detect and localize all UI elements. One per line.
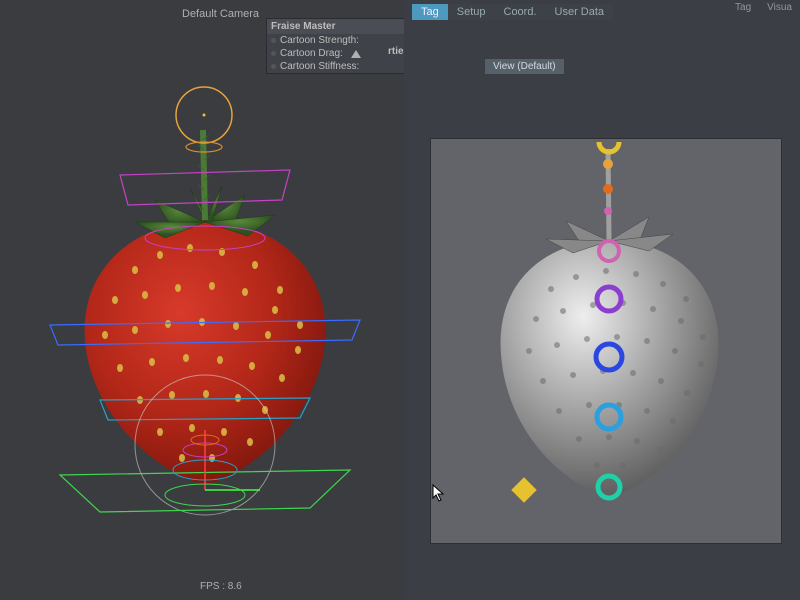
ctrl-dot-orange bbox=[603, 184, 613, 194]
tab-tag-top[interactable]: Tag bbox=[727, 0, 759, 15]
attr-label: Cartoon Drag: bbox=[280, 48, 343, 59]
viewport-left[interactable]: Default Camera bbox=[0, 0, 404, 600]
dot-icon bbox=[271, 38, 276, 43]
fps-label: FPS : 8.6 bbox=[200, 581, 242, 592]
ctrl-dot-pink bbox=[604, 207, 612, 215]
tab-tag[interactable]: Tag bbox=[412, 4, 448, 20]
tab-visual-top[interactable]: Visua bbox=[759, 0, 800, 15]
view-button[interactable]: View (Default) bbox=[484, 58, 565, 75]
attribute-panel[interactable]: Fraise Master Cartoon Strength: Cartoon … bbox=[266, 18, 404, 74]
ctrl-diamond-yellow bbox=[511, 477, 536, 502]
tab-bar: Tag Setup Coord. User Data bbox=[412, 4, 613, 20]
tab-setup[interactable]: Setup bbox=[448, 4, 495, 20]
ctrl-dot-yellow bbox=[603, 159, 613, 169]
clay-preview[interactable] bbox=[430, 138, 782, 544]
clay-svg-scene bbox=[431, 139, 782, 544]
dot-icon bbox=[271, 51, 276, 56]
triangle-icon bbox=[351, 50, 361, 58]
attr-row-cartoon-strength[interactable]: Cartoon Strength: bbox=[267, 34, 404, 47]
attr-label: Cartoon Strength: bbox=[280, 35, 359, 46]
attr-label: Cartoon Stiffness: bbox=[280, 61, 359, 72]
dot-icon bbox=[271, 64, 276, 69]
attr-row-cartoon-stiffness[interactable]: Cartoon Stiffness: bbox=[267, 60, 404, 73]
viewport-3d-scene bbox=[0, 0, 404, 600]
tab-userdata[interactable]: User Data bbox=[546, 4, 614, 20]
attribute-right-panel: Tag Visua Tag Setup Coord. User Data Vie… bbox=[404, 0, 800, 600]
cropped-properties-label: rties bbox=[388, 46, 404, 57]
attr-row-cartoon-drag[interactable]: Cartoon Drag: bbox=[267, 47, 404, 60]
attribute-panel-title: Fraise Master bbox=[267, 19, 404, 34]
ctrl-top-arc bbox=[599, 142, 619, 152]
tab-coord[interactable]: Coord. bbox=[495, 4, 546, 20]
